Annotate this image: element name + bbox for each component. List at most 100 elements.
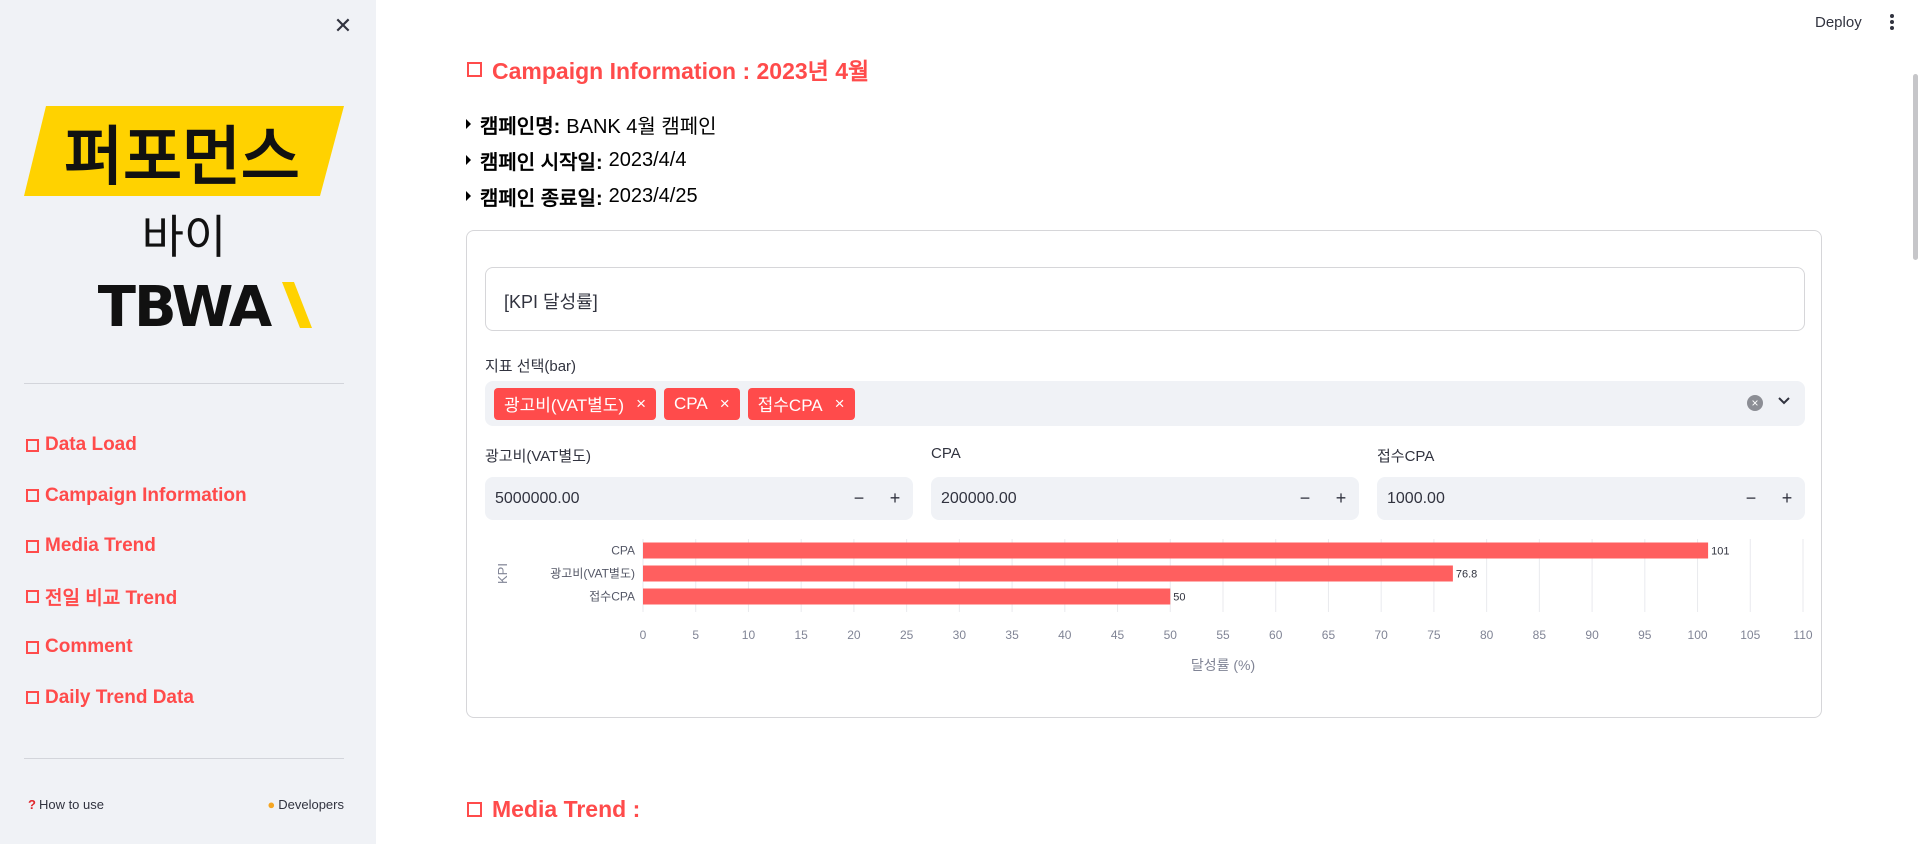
x-tick-label: 105	[1740, 628, 1760, 642]
x-tick-label: 35	[1005, 628, 1019, 642]
x-tick-label: 100	[1688, 628, 1708, 642]
x-tick-label: 0	[640, 628, 647, 642]
increment-button[interactable]: +	[877, 477, 913, 520]
reception-cpa-value[interactable]: 1000.00	[1377, 490, 1733, 508]
x-tick-label: 55	[1216, 628, 1230, 642]
kpi-bar	[643, 588, 1171, 605]
x-tick-label: 110	[1793, 628, 1812, 642]
sidebar-divider-top	[24, 383, 344, 384]
kpi-bar	[643, 542, 1709, 559]
app: ✕ 퍼포먼스 바이 TBWA Data Load Campaign Inform…	[0, 0, 1920, 844]
checkbox-square-icon	[26, 438, 39, 452]
sidebar-nav: Data Load Campaign Information Media Tre…	[26, 420, 346, 723]
y-tick-label: 접수CPA	[589, 590, 635, 604]
y-axis-label: KPI	[495, 563, 510, 584]
sidebar-item-comment[interactable]: Comment	[26, 622, 346, 673]
reception-cpa-label: 접수CPA	[1377, 448, 1435, 465]
main-menu-icon[interactable]	[1886, 12, 1898, 36]
x-tick-label: 80	[1480, 628, 1494, 642]
checkbox-square-icon	[467, 802, 482, 817]
checkbox-square-icon	[26, 539, 39, 553]
x-axis-label: 달성률 (%)	[1191, 657, 1255, 673]
person-icon: ●	[267, 797, 276, 812]
brand-logo: 퍼포먼스 바이 TBWA	[24, 106, 344, 336]
campaign-end-label: 캠페인 종료일:	[480, 187, 603, 210]
logo-line3: TBWA	[98, 275, 273, 336]
metric-tag-label: 광고비(VAT별도)	[504, 396, 625, 415]
x-tick-label: 75	[1427, 628, 1441, 642]
metric-tag-label: 접수CPA	[757, 396, 823, 415]
deploy-button[interactable]: Deploy	[1815, 14, 1862, 31]
ad-spend-value[interactable]: 5000000.00	[485, 490, 841, 508]
clear-all-icon[interactable]: ×	[1747, 395, 1763, 411]
campaign-end-value: 2023/4/25	[608, 184, 698, 207]
sidebar-item-media-trend[interactable]: Media Trend	[26, 521, 346, 572]
x-tick-label: 40	[1058, 628, 1072, 642]
x-tick-label: 90	[1585, 628, 1599, 642]
bullet-triangle-icon	[466, 155, 471, 165]
x-tick-label: 65	[1322, 628, 1336, 642]
decrement-button[interactable]: −	[1733, 477, 1769, 520]
checkbox-square-icon	[26, 590, 39, 604]
remove-tag-icon[interactable]: ×	[720, 394, 730, 414]
campaign-info-list: 캠페인명: BANK 4월 캠페인 캠페인 시작일: 2023/4/4 캠페인 …	[466, 106, 717, 214]
campaign-name-value: BANK 4월 캠페인	[566, 115, 717, 138]
increment-button[interactable]: +	[1323, 477, 1359, 520]
bullet-triangle-icon	[466, 191, 471, 201]
kpi-header-box: [KPI 달성률]	[485, 267, 1805, 331]
campaign-end-row: 캠페인 종료일: 2023/4/25	[466, 178, 717, 214]
logo-line1: 퍼포먼스	[64, 121, 300, 195]
bullet-triangle-icon	[466, 119, 471, 129]
campaign-name-label: 캠페인명:	[480, 115, 561, 138]
checkbox-square-icon	[467, 61, 482, 77]
reception-cpa-input-group: 접수CPA 1000.00 − +	[1377, 445, 1805, 520]
logo-line2: 바이	[142, 210, 227, 264]
decrement-button[interactable]: −	[1287, 477, 1323, 520]
y-tick-label: 광고비(VAT별도)	[550, 567, 635, 581]
chevron-down-icon[interactable]	[1777, 394, 1791, 408]
metric-tag[interactable]: 접수CPA ×	[747, 387, 855, 420]
sidebar-footer: ? How to use ● Developers	[28, 797, 344, 812]
developers-link[interactable]: ● Developers	[267, 797, 344, 812]
cpa-input: 200000.00 − +	[931, 477, 1359, 520]
sidebar-item-label: Data Load	[45, 434, 137, 456]
metric-tag-label: CPA	[674, 393, 708, 413]
decrement-button[interactable]: −	[841, 477, 877, 520]
cpa-value[interactable]: 200000.00	[931, 490, 1287, 508]
how-to-use-label: How to use	[38, 797, 104, 812]
metric-tag[interactable]: 광고비(VAT별도) ×	[494, 387, 656, 420]
campaign-start-label: 캠페인 시작일:	[480, 151, 603, 174]
ad-spend-input: 5000000.00 − +	[485, 477, 913, 520]
remove-tag-icon[interactable]: ×	[835, 394, 845, 414]
sidebar-item-campaign-information[interactable]: Campaign Information	[26, 471, 346, 522]
remove-tag-icon[interactable]: ×	[636, 394, 646, 414]
close-sidebar-button[interactable]: ✕	[331, 14, 355, 38]
x-tick-label: 30	[953, 628, 967, 642]
media-trend-title-text: Media Trend :	[492, 796, 641, 822]
x-tick-label: 45	[1111, 628, 1125, 642]
sidebar-item-label: Daily Trend Data	[45, 686, 194, 708]
increment-button[interactable]: +	[1769, 477, 1805, 520]
how-to-use-link[interactable]: ? How to use	[28, 797, 104, 812]
x-tick-label: 25	[900, 628, 914, 642]
scrollbar-thumb[interactable]	[1913, 74, 1918, 260]
sidebar-item-label: Comment	[45, 636, 133, 658]
sidebar-item-compare-trend[interactable]: 전일 비교 Trend	[26, 572, 346, 623]
sidebar-item-data-load[interactable]: Data Load	[26, 420, 346, 471]
kpi-bar	[643, 565, 1453, 582]
checkbox-square-icon	[26, 691, 39, 705]
sidebar: ✕ 퍼포먼스 바이 TBWA Data Load Campaign Inform…	[0, 0, 376, 844]
campaign-name-row: 캠페인명: BANK 4월 캠페인	[466, 106, 717, 142]
x-tick-label: 95	[1638, 628, 1652, 642]
kpi-bar-chart: 0 5 10 15 20 25 30 35 40 45 50 55 60 65 70 75 80 85 90 95 10…	[495, 539, 1813, 673]
reception-cpa-input: 1000.00 − +	[1377, 477, 1805, 520]
bar-value-label: 101	[1711, 546, 1729, 558]
metric-tag[interactable]: CPA ×	[664, 387, 740, 420]
sidebar-divider-bottom	[24, 758, 344, 759]
ad-spend-label: 광고비(VAT별도)	[485, 448, 591, 465]
sidebar-item-daily-trend-data[interactable]: Daily Trend Data	[26, 673, 346, 724]
media-trend-section-title: Media Trend :	[467, 796, 640, 823]
metric-multiselect[interactable]: 광고비(VAT별도) × CPA × 접수CPA × ×	[485, 381, 1805, 426]
x-tick-label: 85	[1533, 628, 1547, 642]
cpa-label: CPA	[931, 445, 961, 462]
